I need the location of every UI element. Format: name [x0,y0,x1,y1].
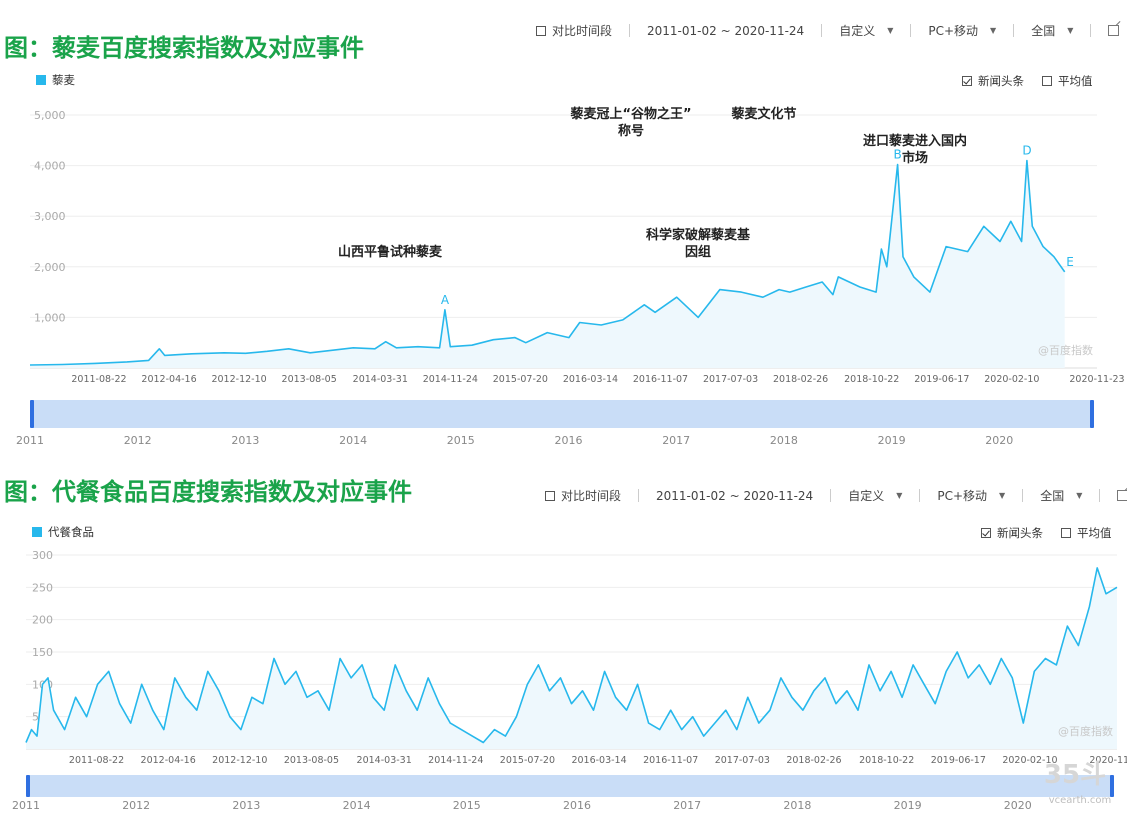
slider-year-label: 2020 [985,434,1013,447]
x-tick-label: 2015-07-20 [493,374,548,385]
x-tick-label: 2018-02-26 [773,374,828,385]
x-tick-label: 2012-12-10 [212,755,267,766]
event-marker-letter: E [1066,255,1074,269]
x-tick-label: 2014-03-31 [353,374,408,385]
x-tick-label: 2019-06-17 [931,755,986,766]
x-tick-label: 2013-08-05 [282,374,337,385]
range-slider-handle-right [1110,775,1114,797]
slider-year-label: 2012 [122,799,150,812]
slider-year-label: 2011 [16,434,44,447]
slider-year-label: 2015 [447,434,475,447]
slider-year-label: 2019 [894,799,922,812]
event-annotation-text: 山西平鲁试种藜麦 [338,244,443,260]
quinoa-chart-panel: 图：藜麦百度搜索指数及对应事件 对比时间段 2011-01-02 ~ 2020-… [0,0,1127,455]
x-tick-label: 2016-03-14 [571,755,626,766]
slider-year-label: 2020 [1004,799,1032,812]
slider-year-label: 2012 [124,434,152,447]
y-tick-label: 200 [32,614,53,627]
event-annotation-text: 市场 [902,150,928,166]
quinoa-chart: 5,000 4,000 3,000 2,000 1,000 2011-08-22 2012-… [16,106,1125,447]
slider-year-label: 2019 [878,434,906,447]
event-annotation-text: 藜麦文化节 [730,106,796,122]
x-tick-label: 2017-07-03 [715,755,770,766]
range-slider-handle-right [1090,400,1094,428]
event-annotation-text: 进口藜麦进入国内 [863,133,967,149]
slider-year-label: 2016 [555,434,583,447]
y-tick-label: 3,000 [34,210,66,223]
x-tick-label: 2018-02-26 [786,755,841,766]
x-tick-label: 2018-10-22 [844,374,899,385]
x-tick-label: 2020-11-23 [1069,374,1124,385]
y-tick-label: 1,000 [34,311,66,324]
slider-year-label: 2017 [673,799,701,812]
slider-year-label: 2011 [12,799,40,812]
x-tick-label: 2016-11-07 [633,374,688,385]
site-watermark-url: vcearth.com [1049,795,1112,806]
x-tick-label: 2011-08-22 [69,755,124,766]
event-annotation-text: 藜麦冠上“谷物之王” [569,106,691,122]
event-annotation-text: 称号 [618,123,644,139]
meal-replacement-chart: 300250200150100502011-08-222012-04-16201… [12,549,1127,812]
slider-year-label: 2016 [563,799,591,812]
x-tick-label: 2014-11-24 [428,755,483,766]
event-marker-letter: A [441,293,450,307]
x-tick-label: 2012-04-16 [141,374,196,385]
y-tick-label: 300 [32,549,53,562]
slider-year-label: 2013 [232,799,260,812]
event-marker-letter: B [893,148,901,162]
slider-year-label: 2014 [339,434,367,447]
y-tick-label: 150 [32,646,53,659]
slider-year-label: 2015 [453,799,481,812]
series-area [30,160,1065,368]
baidu-watermark: @百度指数 [1058,724,1113,738]
x-tick-label: 2016-11-07 [643,755,698,766]
x-tick-label: 2015-07-20 [500,755,555,766]
slider-year-label: 2014 [343,799,371,812]
event-annotation-text: 科学家破解藜麦基 [646,227,751,243]
x-tick-label: 2013-08-05 [284,755,339,766]
x-tick-label: 2020-02-10 [984,374,1039,385]
range-slider-handle-left [30,400,34,428]
event-annotation-text: 因组 [685,244,711,260]
x-tick-label: 2016-03-14 [563,374,618,385]
range-slider-track [28,775,1112,797]
y-tick-label: 2,000 [34,261,66,274]
x-tick-label: 2014-03-31 [357,755,412,766]
x-tick-label: 2018-10-22 [859,755,914,766]
slider-year-label: 2013 [231,434,259,447]
y-tick-label: 250 [32,581,53,594]
site-watermark-logo: 35斗 [1044,760,1106,790]
range-slider-handle-left [26,775,30,797]
meal-replacement-chart-panel: 图：代餐食品百度搜索指数及对应事件 对比时间段 2011-01-02 ~ 202… [0,463,1127,822]
slider-year-label: 2018 [770,434,798,447]
x-tick-label: 2012-04-16 [141,755,196,766]
x-tick-label: 2017-07-03 [703,374,758,385]
x-tick-label: 2019-06-17 [914,374,969,385]
baidu-watermark: @百度指数 [1038,343,1093,357]
y-tick-label: 5,000 [34,109,66,122]
event-marker-letter: D [1022,144,1031,158]
x-tick-label: 2012-12-10 [211,374,266,385]
x-tick-label: 2014-11-24 [423,374,478,385]
slider-year-label: 2017 [662,434,690,447]
slider-year-label: 2018 [783,799,811,812]
x-tick-label: 2011-08-22 [71,374,126,385]
range-slider-track [32,400,1092,428]
y-tick-label: 4,000 [34,160,66,173]
